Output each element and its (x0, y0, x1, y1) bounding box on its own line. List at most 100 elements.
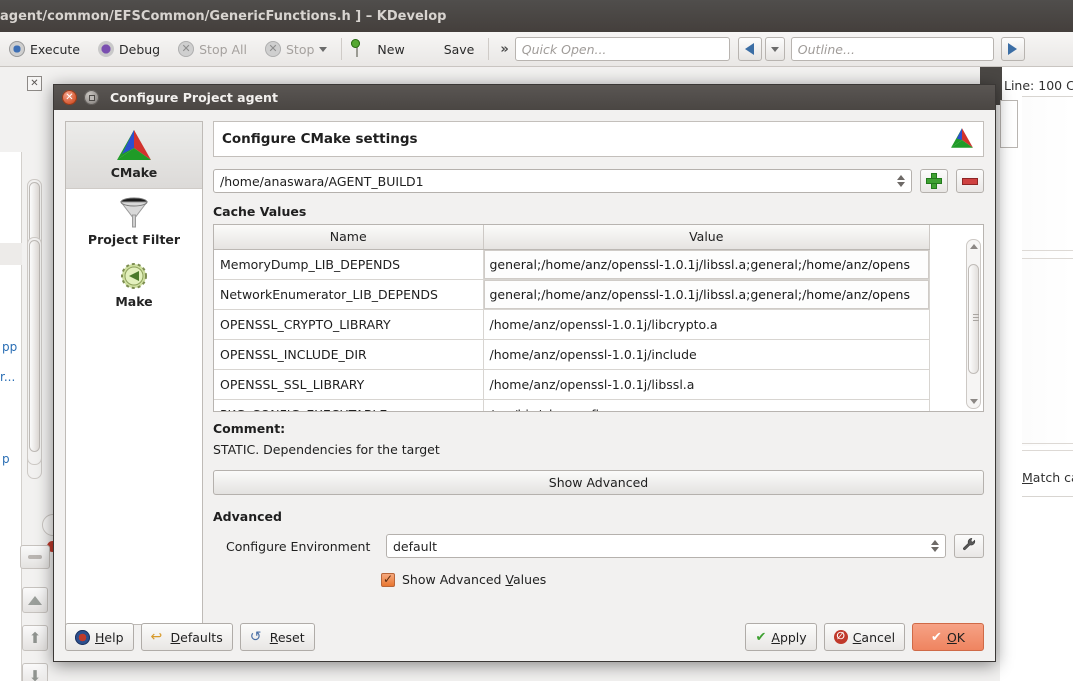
reset-button[interactable]: ↺ Reset (239, 623, 315, 651)
spinner-icon[interactable] (897, 175, 905, 187)
sidebar-item-cmake[interactable]: CMake (66, 122, 202, 189)
cancel-icon: ∅ (833, 630, 848, 644)
editor-bg-text: pp (2, 340, 18, 354)
cache-table-scrollbar[interactable] (966, 239, 981, 409)
toolbar-execute-label: Execute (30, 41, 80, 57)
app-window-title: agent/common/EFSCommon/GenericFunctions.… (0, 8, 447, 24)
environment-settings-button[interactable] (954, 534, 984, 558)
apply-button-label: Apply (771, 629, 807, 645)
column-header-name[interactable]: Name (214, 225, 484, 250)
match-case-text: atch case (1032, 470, 1073, 485)
quick-open-input[interactable]: Quick Open... (514, 37, 730, 61)
table-row[interactable]: OPENSSL_INCLUDE_DIR /home/anz/openssl-1.… (214, 339, 930, 370)
triangle-up-icon (28, 595, 42, 605)
match-case-label[interactable]: Match case (1022, 470, 1073, 485)
scroll-up-icon[interactable] (967, 240, 980, 253)
cell-value[interactable]: /home/anz/openssl-1.0.1j/include (483, 339, 930, 370)
new-file-icon (356, 40, 372, 57)
sidebar-item-project-filter[interactable]: Project Filter (66, 189, 202, 255)
cancel-button[interactable]: ∅ Cancel (823, 623, 906, 651)
table-row[interactable]: MemoryDump_LIB_DEPENDS general;/home/anz… (214, 249, 930, 280)
editor-divider (1022, 450, 1073, 451)
arrow-up-icon: ⬆ (28, 628, 42, 647)
spinner-icon[interactable] (931, 540, 939, 552)
cell-value[interactable]: /usr/bin/pkg-config (483, 399, 930, 411)
chevron-down-icon (319, 46, 328, 52)
sidebar-item-make[interactable]: Make (66, 255, 202, 317)
toolbar-stop-label: Stop (286, 41, 315, 57)
show-advanced-values-row[interactable]: Show Advanced Values (213, 572, 984, 587)
side-tool-up-arrow-button[interactable]: ⬆ (22, 625, 48, 651)
app-toolbar: Execute Debug ✕ Stop All ✕ Stop New Save… (0, 32, 1073, 67)
toolbar-stop-all-button[interactable]: ✕ Stop All (170, 37, 255, 61)
bug-icon (98, 41, 114, 57)
dialog-button-bar: Help ↩ Defaults ↺ Reset ✔ Apply ∅ Cancel… (65, 622, 984, 652)
panel-close-icon[interactable]: ✕ (27, 76, 42, 91)
show-advanced-values-label: Show Advanced Values (402, 572, 547, 587)
add-build-dir-button[interactable] (920, 169, 948, 193)
build-dir-row: /home/anaswara/AGENT_BUILD1 (213, 169, 984, 193)
side-tool-down-arrow-button[interactable]: ⬇ (22, 663, 48, 681)
editor-small-box (1000, 100, 1018, 148)
ok-button[interactable]: ✔ OK (912, 623, 984, 651)
table-header-row: Name Value (214, 225, 930, 250)
toolbar-history-dropdown[interactable] (764, 37, 785, 61)
remove-build-dir-button[interactable] (956, 169, 984, 193)
table-row[interactable]: PKG_CONFIG_EXECUTABLE /usr/bin/pkg-confi… (214, 399, 930, 411)
content-header: Configure CMake settings (213, 121, 984, 157)
sidebar-item-project-filter-label: Project Filter (87, 232, 181, 247)
show-advanced-values-checkbox[interactable] (381, 572, 395, 587)
cell-value[interactable]: /home/anz/openssl-1.0.1j/libssl.a (483, 369, 930, 400)
build-dir-combo[interactable]: /home/anaswara/AGENT_BUILD1 (213, 169, 912, 193)
scroll-down-icon[interactable] (967, 395, 980, 408)
help-icon (75, 629, 90, 645)
dialog-title: Configure Project agent (110, 90, 278, 105)
side-tool-up-button[interactable] (22, 587, 48, 613)
advanced-section-label: Advanced (213, 509, 282, 524)
maximize-icon[interactable] (84, 90, 99, 105)
configure-environment-combo[interactable]: default (386, 534, 946, 558)
minus-icon (963, 178, 977, 184)
cell-name: PKG_CONFIG_EXECUTABLE (214, 399, 484, 411)
side-toolbar-box[interactable] (20, 545, 50, 569)
table-row[interactable]: OPENSSL_CRYPTO_LIBRARY /home/anz/openssl… (214, 309, 930, 340)
wrench-icon (962, 537, 977, 555)
cell-value[interactable]: general;/home/anz/openssl-1.0.1j/libssl.… (483, 249, 930, 280)
show-advanced-button[interactable]: Show Advanced (213, 470, 984, 495)
editor-scrollbar-lower[interactable] (27, 237, 42, 465)
gear-icon (9, 41, 25, 57)
toolbar-forward-button[interactable] (1000, 37, 1025, 61)
table-row[interactable]: NetworkEnumerator_LIB_DEPENDS general;/h… (214, 279, 930, 310)
show-advanced-label: Show Advanced (548, 475, 649, 490)
toolbar-save-button[interactable]: Save (415, 37, 483, 61)
toolbar-new-button[interactable]: New (348, 37, 412, 61)
reset-button-label: Reset (269, 629, 305, 645)
toolbar-stop-button[interactable]: ✕ Stop (257, 37, 335, 61)
funnel-icon (114, 195, 154, 229)
toolbar-execute-button[interactable]: Execute (1, 37, 88, 61)
column-header-value[interactable]: Value (483, 225, 930, 250)
make-gear-icon (117, 261, 151, 291)
toolbar-overflow-button[interactable]: » (494, 42, 514, 57)
dialog-sidebar: CMake Project Filter Make (65, 121, 203, 625)
toolbar-debug-button[interactable]: Debug (90, 37, 168, 61)
scrollbar-thumb[interactable] (968, 264, 979, 374)
cancel-button-label: Cancel (852, 629, 896, 645)
toolbar-back-button[interactable] (737, 37, 762, 61)
close-icon[interactable]: ✕ (62, 90, 77, 105)
cell-name: MemoryDump_LIB_DEPENDS (214, 249, 484, 280)
outline-input[interactable]: Outline... (790, 37, 994, 61)
toolbar-save-label: Save (443, 41, 475, 57)
cell-value[interactable]: /home/anz/openssl-1.0.1j/libcrypto.a (483, 309, 930, 340)
cell-value[interactable]: general;/home/anz/openssl-1.0.1j/libssl.… (483, 279, 930, 310)
help-button[interactable]: Help (65, 623, 134, 651)
table-row[interactable]: OPENSSL_SSL_LIBRARY /home/anz/openssl-1.… (214, 369, 930, 400)
editor-bg-text: p (2, 452, 10, 466)
cell-name: NetworkEnumerator_LIB_DEPENDS (214, 279, 484, 310)
arrow-left-icon (745, 43, 755, 55)
cmake-logo-icon (114, 128, 154, 162)
defaults-button[interactable]: ↩ Defaults (140, 623, 233, 651)
sidebar-item-make-label: Make (115, 294, 153, 309)
floppy-disk-icon (423, 41, 439, 57)
apply-button[interactable]: ✔ Apply (745, 623, 817, 651)
